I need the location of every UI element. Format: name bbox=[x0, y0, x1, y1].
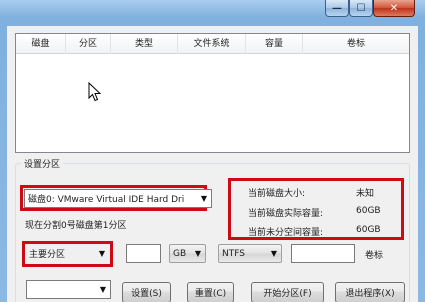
column-header-disk[interactable]: 磁盘 bbox=[16, 34, 66, 54]
actual-capacity-value: 60GB bbox=[356, 206, 381, 216]
chevron-down-icon: ▼ bbox=[200, 194, 208, 203]
maximize-icon: ☐ bbox=[356, 2, 366, 14]
filesystem-select[interactable]: NTFS ▼ bbox=[218, 244, 282, 263]
chevron-down-icon: ▼ bbox=[194, 249, 202, 258]
column-header-partition[interactable]: 分区 bbox=[66, 34, 111, 54]
start-partition-button[interactable]: 开始分区(F) bbox=[251, 282, 324, 302]
exit-button[interactable]: 退出程序(X) bbox=[335, 282, 405, 302]
close-button[interactable]: ✕ bbox=[373, 0, 415, 17]
unit-select-value: GB bbox=[173, 248, 187, 259]
size-input[interactable] bbox=[126, 244, 161, 263]
column-header-filesystem[interactable]: 文件系统 bbox=[178, 34, 246, 54]
unallocated-value: 60GB bbox=[356, 225, 381, 235]
close-icon: ✕ bbox=[389, 2, 399, 14]
disk-select[interactable]: 磁盘0: VMware Virtual IDE Hard Dri ▼ bbox=[24, 189, 212, 208]
mouse-cursor-icon bbox=[88, 82, 102, 102]
partition-list[interactable]: 磁盘 分区 类型 文件系统 容量 卷标 bbox=[15, 33, 410, 153]
disk-size-label: 当前磁盘大小: bbox=[248, 189, 306, 199]
current-status-text: 现在分割0号磁盘第1分区 bbox=[25, 221, 127, 231]
disk-size-value: 未知 bbox=[356, 189, 375, 199]
volume-label-caption: 卷标 bbox=[365, 251, 384, 261]
chevron-down-icon: ▼ bbox=[98, 249, 106, 258]
column-header-volume-label[interactable]: 卷标 bbox=[303, 34, 409, 54]
volume-label-input[interactable] bbox=[291, 244, 355, 263]
partition-type-value: 主要分区 bbox=[29, 250, 66, 260]
disk-select-value: 磁盘0: VMware Virtual IDE Hard Dri bbox=[28, 195, 185, 205]
column-header-type[interactable]: 类型 bbox=[111, 34, 178, 54]
chevron-down-icon: ▼ bbox=[270, 249, 278, 258]
chevron-down-icon: ▼ bbox=[99, 285, 107, 294]
maximize-button[interactable]: ☐ bbox=[349, 0, 373, 17]
minimize-icon: — bbox=[332, 2, 342, 14]
reset-button[interactable]: 重置(C) bbox=[187, 282, 234, 302]
unit-select[interactable]: GB ▼ bbox=[169, 244, 206, 263]
set-button[interactable]: 设置(S) bbox=[122, 282, 171, 302]
partition-type-select[interactable]: 主要分区 ▼ bbox=[26, 244, 109, 263]
actual-capacity-label: 当前磁盘实际容量: bbox=[248, 209, 324, 219]
unallocated-label: 当前未分空间容量: bbox=[248, 228, 324, 238]
column-header-capacity[interactable]: 容量 bbox=[246, 34, 303, 54]
list-header: 磁盘 分区 类型 文件系统 容量 卷标 bbox=[16, 34, 409, 54]
group-title: 设置分区 bbox=[21, 157, 64, 170]
minimize-button[interactable]: — bbox=[325, 0, 349, 17]
bottom-select[interactable]: ▼ bbox=[26, 280, 111, 299]
filesystem-select-value: NTFS bbox=[222, 248, 245, 259]
